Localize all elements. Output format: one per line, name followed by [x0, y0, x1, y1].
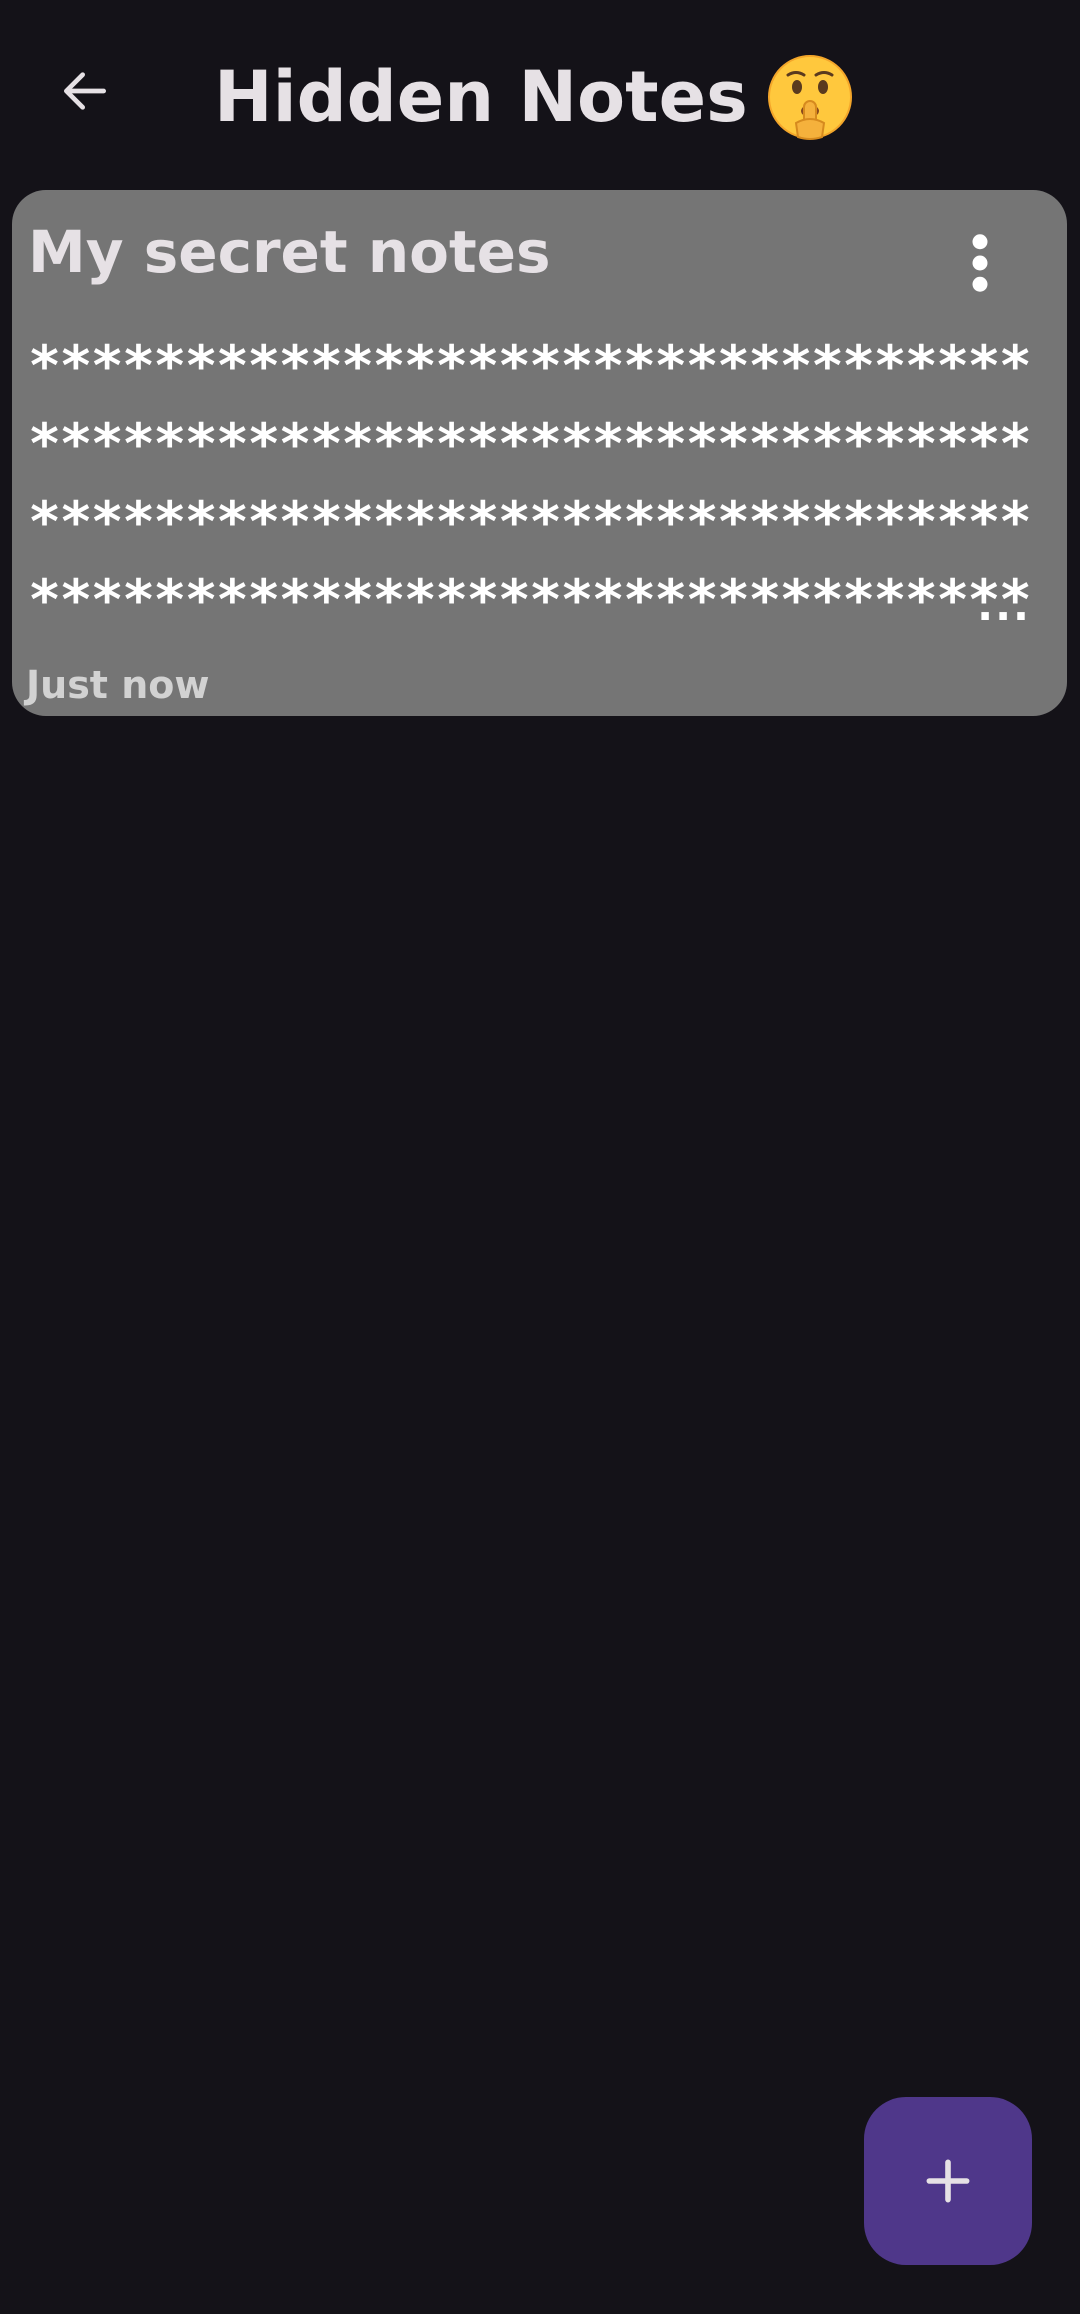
note-menu-button[interactable] [945, 228, 1015, 298]
note-title: My secret notes [28, 218, 551, 286]
back-button[interactable] [44, 50, 126, 132]
plus-icon [926, 2159, 970, 2203]
note-content-preview: ****************************************… [28, 334, 1032, 632]
page-title-container: Hidden Notes [214, 42, 854, 152]
arrow-left-icon [63, 72, 106, 110]
note-timestamp: Just now [26, 663, 210, 707]
page-title: Hidden Notes [214, 56, 748, 138]
more-vertical-icon [972, 234, 988, 292]
note-content-ellipsis: ... [977, 581, 1031, 630]
top-app-bar: Hidden Notes [0, 0, 1080, 190]
note-card[interactable]: My secret notes ************************… [12, 190, 1067, 716]
hidden-notes-screen: Hidden Notes My secret notes ***********… [0, 0, 1080, 2314]
shushing-face-icon [766, 53, 854, 141]
add-note-button[interactable] [864, 2097, 1032, 2265]
